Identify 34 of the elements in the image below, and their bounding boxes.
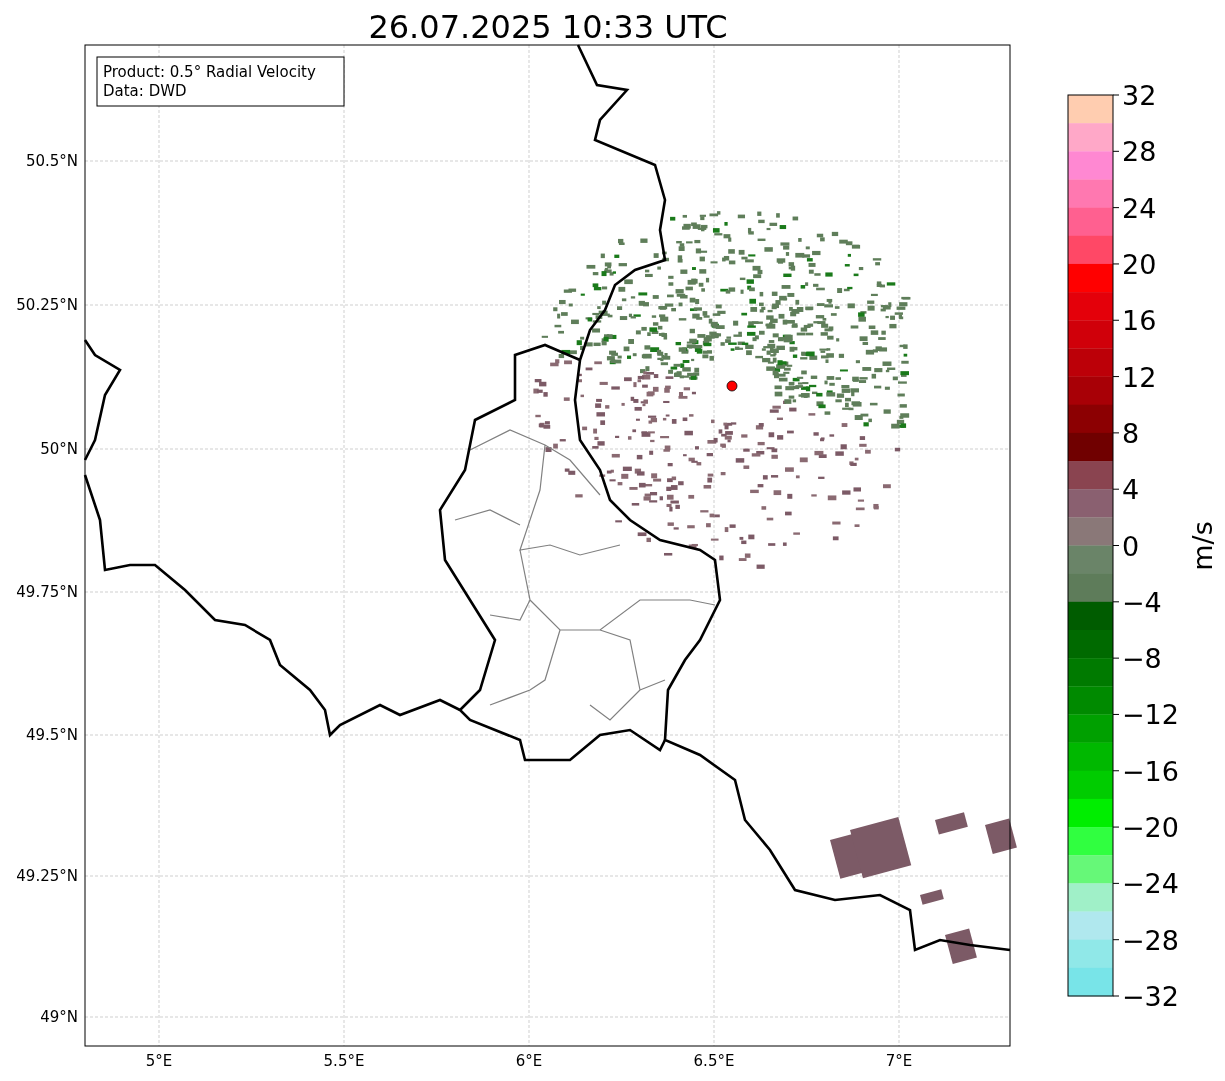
colorbar-tick-label: −28 — [1122, 924, 1179, 956]
latitude-label: 49.25°N — [16, 867, 78, 885]
colorbar-tick-label: −8 — [1122, 643, 1162, 675]
latitude-label: 49.75°N — [16, 583, 78, 601]
colorbar-tick-label: 16 — [1122, 305, 1157, 337]
chart-title: 26.07.2025 10:33 UTC — [368, 8, 728, 46]
longitude-label: 5.5°E — [323, 1052, 365, 1070]
info-text: Data: DWD — [103, 82, 187, 100]
colorbar-tick-label: 4 — [1122, 474, 1140, 506]
colorbar-tick-label: 0 — [1122, 530, 1140, 562]
colorbar-tick-label: −24 — [1122, 868, 1179, 900]
colorbar-tick-label: 12 — [1122, 361, 1157, 393]
colorbar-tick-label: 8 — [1122, 417, 1140, 449]
colorbar-tick-label: 20 — [1122, 248, 1157, 280]
info-text: Product: 0.5° Radial Velocity — [103, 63, 316, 81]
longitude-label: 6.5°E — [693, 1052, 735, 1070]
longitude-label: 7°E — [885, 1052, 913, 1070]
colorbar-tick-label: −32 — [1122, 981, 1179, 1012]
latitude-label: 49°N — [40, 1008, 78, 1026]
latitude-label: 50°N — [40, 440, 78, 458]
latitude-label: 50.5°N — [25, 152, 78, 170]
colorbar-tick-label: 24 — [1122, 192, 1157, 224]
radar-site-marker — [726, 380, 738, 392]
longitude-label: 5°E — [145, 1052, 173, 1070]
colorbar-tick-label: −12 — [1122, 699, 1179, 731]
colorbar-tick-label: −4 — [1122, 586, 1162, 618]
colorbar-tick-label: 32 — [1122, 80, 1157, 111]
latitude-label: 50.25°N — [16, 296, 78, 314]
colorbar-label: m/s — [1187, 521, 1218, 571]
colorbar-tick-label: 28 — [1122, 136, 1157, 168]
latitude-label: 49.5°N — [25, 726, 78, 744]
longitude-label: 6°E — [515, 1052, 543, 1070]
colorbar-tick-label: −20 — [1122, 812, 1179, 844]
colorbar-tick-label: −16 — [1122, 755, 1179, 787]
